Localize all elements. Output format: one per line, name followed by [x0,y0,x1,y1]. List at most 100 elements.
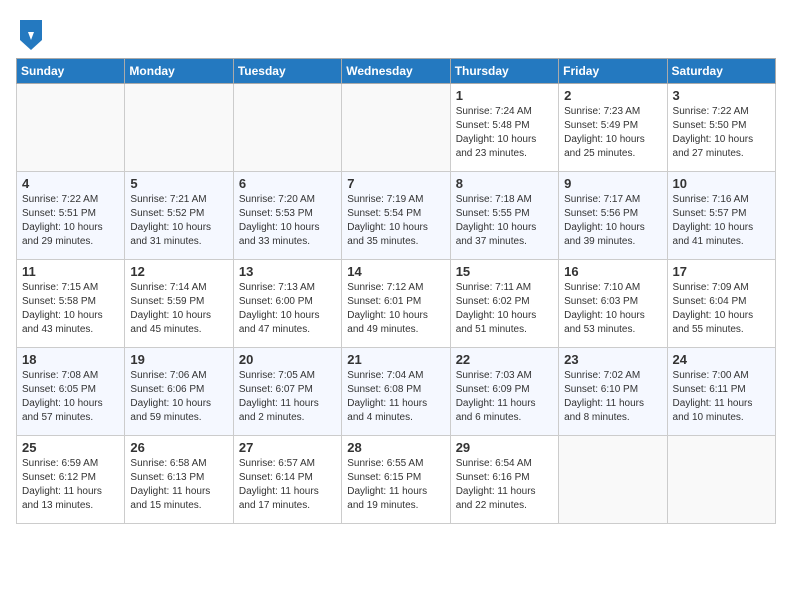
day-number: 22 [456,352,553,367]
logo-icon [20,20,42,50]
day-number: 20 [239,352,336,367]
day-number: 11 [22,264,119,279]
day-number: 12 [130,264,227,279]
day-info: Sunrise: 6:54 AM Sunset: 6:16 PM Dayligh… [456,457,553,513]
day-info: Sunrise: 7:04 AM Sunset: 6:08 PM Dayligh… [347,369,444,425]
calendar-table: SundayMondayTuesdayWednesdayThursdayFrid… [16,58,776,524]
calendar-cell: 26Sunrise: 6:58 AM Sunset: 6:13 PM Dayli… [125,436,233,524]
column-header-wednesday: Wednesday [342,59,450,84]
calendar-cell: 12 Sunrise: 7:14 AM Sunset: 5:59 PM Dayli… [125,260,233,348]
day-info: Sunrise: 7:15 AM Sunset: 5:58 PM Dayligh… [22,281,119,337]
day-info: Sunrise: 7:09 AM Sunset: 6:04 PM Dayligh… [673,281,770,337]
day-number: 17 [673,264,770,279]
day-info: Sunrise: 7:10 AM Sunset: 6:03 PM Dayligh… [564,281,661,337]
calendar-cell [233,84,341,172]
column-header-monday: Monday [125,59,233,84]
calendar-cell: 8 Sunrise: 7:18 AM Sunset: 5:55 PM Daylig… [450,172,558,260]
day-info: Sunrise: 6:57 AM Sunset: 6:14 PM Dayligh… [239,457,336,513]
day-info: Sunrise: 7:22 AM Sunset: 5:51 PM Dayligh… [22,193,119,249]
day-info: Sunrise: 7:17 AM Sunset: 5:56 PM Dayligh… [564,193,661,249]
calendar-cell: 5 Sunrise: 7:21 AM Sunset: 5:52 PM Daylig… [125,172,233,260]
calendar-cell: 28 Sunrise: 6:55 AM Sunset: 6:15 PM Dayli… [342,436,450,524]
day-number: 3 [673,88,770,103]
calendar-cell [559,436,667,524]
calendar-cell: 4 Sunrise: 7:22 AM Sunset: 5:51 PM Daylig… [17,172,125,260]
day-number: 5 [130,176,227,191]
day-info: Sunrise: 7:00 AM Sunset: 6:11 PM Dayligh… [673,369,770,425]
day-number: 7 [347,176,444,191]
calendar-cell: 7 Sunrise: 7:19 AM Sunset: 5:54 PM Daylig… [342,172,450,260]
day-info: Sunrise: 6:55 AM Sunset: 6:15 PM Dayligh… [347,457,444,513]
day-info: Sunrise: 7:16 AM Sunset: 5:57 PM Dayligh… [673,193,770,249]
calendar-cell: 9 Sunrise: 7:17 AM Sunset: 5:56 PM Daylig… [559,172,667,260]
calendar-cell: 22 Sunrise: 7:03 AM Sunset: 6:09 PM Dayli… [450,348,558,436]
day-info: Sunrise: 7:06 AM Sunset: 6:06 PM Dayligh… [130,369,227,425]
day-info: Sunrise: 7:22 AM Sunset: 5:50 PM Dayligh… [673,105,770,161]
calendar-cell: 15 Sunrise: 7:11 AM Sunset: 6:02 PM Dayli… [450,260,558,348]
calendar-cell: 14 Sunrise: 7:12 AM Sunset: 6:01 PM Dayli… [342,260,450,348]
week-row-3: 11 Sunrise: 7:15 AM Sunset: 5:58 PM Dayli… [17,260,776,348]
day-number: 28 [347,440,444,455]
day-number: 25 [22,440,119,455]
day-info: Sunrise: 7:14 AM Sunset: 5:59 PM Dayligh… [130,281,227,337]
calendar-header-row: SundayMondayTuesdayWednesdayThursdayFrid… [17,59,776,84]
calendar-cell: 13 Sunrise: 7:13 AM Sunset: 6:00 PM Dayli… [233,260,341,348]
day-number: 23 [564,352,661,367]
day-info: Sunrise: 7:18 AM Sunset: 5:55 PM Dayligh… [456,193,553,249]
day-number: 21 [347,352,444,367]
day-info: Sunrise: 7:24 AM Sunset: 5:48 PM Dayligh… [456,105,553,161]
calendar-cell: 20 Sunrise: 7:05 AM Sunset: 6:07 PM Dayli… [233,348,341,436]
calendar-cell: 3 Sunrise: 7:22 AM Sunset: 5:50 PM Daylig… [667,84,775,172]
calendar-cell: 2 Sunrise: 7:23 AM Sunset: 5:49 PM Daylig… [559,84,667,172]
calendar-cell: 21 Sunrise: 7:04 AM Sunset: 6:08 PM Dayli… [342,348,450,436]
day-number: 8 [456,176,553,191]
day-number: 4 [22,176,119,191]
column-header-friday: Friday [559,59,667,84]
calendar-cell: 16Sunrise: 7:10 AM Sunset: 6:03 PM Dayli… [559,260,667,348]
day-number: 29 [456,440,553,455]
day-info: Sunrise: 7:08 AM Sunset: 6:05 PM Dayligh… [22,369,119,425]
day-info: Sunrise: 7:11 AM Sunset: 6:02 PM Dayligh… [456,281,553,337]
day-info: Sunrise: 6:59 AM Sunset: 6:12 PM Dayligh… [22,457,119,513]
calendar-cell: 10 Sunrise: 7:16 AM Sunset: 5:57 PM Dayli… [667,172,775,260]
day-number: 18 [22,352,119,367]
calendar-cell: 17 Sunrise: 7:09 AM Sunset: 6:04 PM Dayli… [667,260,775,348]
day-number: 6 [239,176,336,191]
page-header [16,16,776,50]
day-info: Sunrise: 7:19 AM Sunset: 5:54 PM Dayligh… [347,193,444,249]
day-info: Sunrise: 7:02 AM Sunset: 6:10 PM Dayligh… [564,369,661,425]
day-number: 2 [564,88,661,103]
calendar-cell [342,84,450,172]
logo [16,20,42,50]
day-number: 14 [347,264,444,279]
day-number: 15 [456,264,553,279]
calendar-cell: 29 Sunrise: 6:54 AM Sunset: 6:16 PM Dayli… [450,436,558,524]
day-info: Sunrise: 7:23 AM Sunset: 5:49 PM Dayligh… [564,105,661,161]
calendar-cell: 23 Sunrise: 7:02 AM Sunset: 6:10 PM Dayli… [559,348,667,436]
day-info: Sunrise: 7:13 AM Sunset: 6:00 PM Dayligh… [239,281,336,337]
day-number: 10 [673,176,770,191]
calendar-cell: 11 Sunrise: 7:15 AM Sunset: 5:58 PM Dayli… [17,260,125,348]
week-row-5: 25 Sunrise: 6:59 AM Sunset: 6:12 PM Dayli… [17,436,776,524]
column-header-sunday: Sunday [17,59,125,84]
day-info: Sunrise: 7:05 AM Sunset: 6:07 PM Dayligh… [239,369,336,425]
calendar-cell: 1Sunrise: 7:24 AM Sunset: 5:48 PM Daylig… [450,84,558,172]
week-row-1: 1Sunrise: 7:24 AM Sunset: 5:48 PM Daylig… [17,84,776,172]
day-info: Sunrise: 6:58 AM Sunset: 6:13 PM Dayligh… [130,457,227,513]
week-row-2: 4 Sunrise: 7:22 AM Sunset: 5:51 PM Daylig… [17,172,776,260]
column-header-tuesday: Tuesday [233,59,341,84]
day-info: Sunrise: 7:12 AM Sunset: 6:01 PM Dayligh… [347,281,444,337]
calendar-cell [17,84,125,172]
day-number: 19 [130,352,227,367]
day-number: 13 [239,264,336,279]
column-header-saturday: Saturday [667,59,775,84]
calendar-cell: 27 Sunrise: 6:57 AM Sunset: 6:14 PM Dayli… [233,436,341,524]
day-info: Sunrise: 7:21 AM Sunset: 5:52 PM Dayligh… [130,193,227,249]
calendar-cell [667,436,775,524]
day-info: Sunrise: 7:20 AM Sunset: 5:53 PM Dayligh… [239,193,336,249]
day-info: Sunrise: 7:03 AM Sunset: 6:09 PM Dayligh… [456,369,553,425]
column-header-thursday: Thursday [450,59,558,84]
calendar-cell: 19 Sunrise: 7:06 AM Sunset: 6:06 PM Dayli… [125,348,233,436]
day-number: 9 [564,176,661,191]
day-number: 27 [239,440,336,455]
